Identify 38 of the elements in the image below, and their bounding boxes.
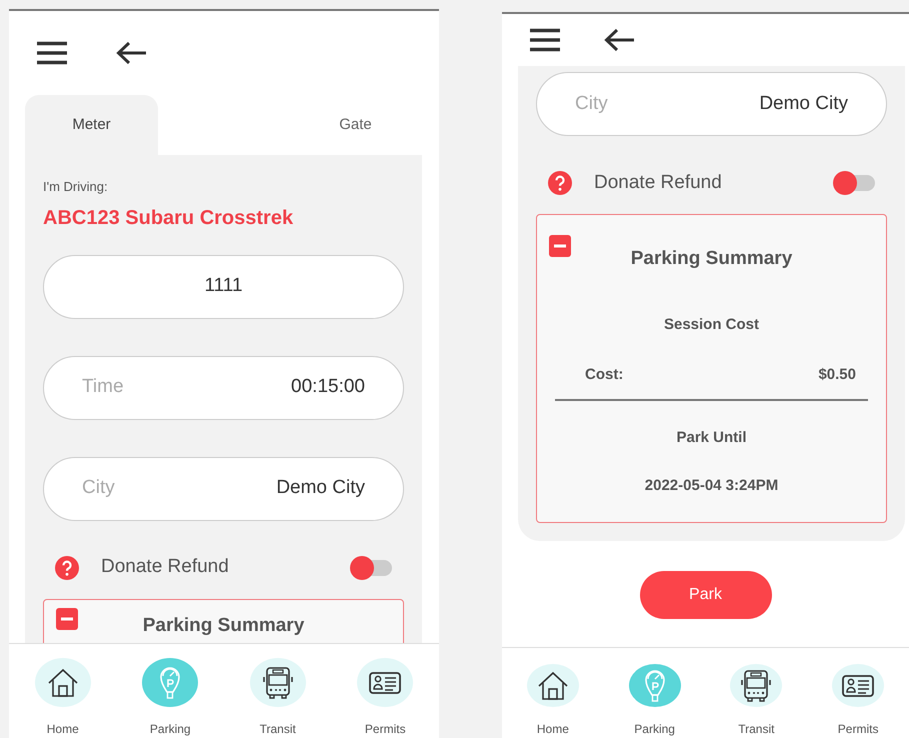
nav-tab[interactable]: Home	[9, 644, 116, 738]
nav-tab[interactable]: Permits	[332, 644, 439, 738]
field-value: 1111	[204, 274, 243, 298]
back-arrow-icon[interactable]	[116, 41, 146, 65]
nav-tab[interactable]: Transit	[224, 644, 332, 738]
input-field[interactable]: City Demo City	[43, 456, 404, 520]
nav-tab[interactable]: Permits	[807, 648, 909, 738]
summary-title: Parking Summary	[630, 247, 794, 271]
toggle-label: Donate Refund	[594, 170, 723, 195]
cost-label: Cost:	[585, 365, 624, 385]
field-value: Demo City	[759, 92, 848, 116]
menu-icon[interactable]	[530, 28, 560, 52]
field-label: Time	[82, 375, 124, 400]
nav-tab[interactable]: Transit	[706, 648, 808, 738]
toggle-label: Donate Refund	[101, 555, 230, 580]
field-value: 00:15:00	[291, 375, 365, 400]
nav-tab[interactable]: Parking	[116, 644, 224, 738]
input-field[interactable]: 1111	[43, 254, 404, 318]
summary-title: Parking Summary	[142, 614, 306, 638]
section-title: Session Cost	[662, 314, 760, 334]
tab[interactable]: Meter	[25, 95, 158, 155]
field-value: Demo City	[276, 476, 365, 500]
driving-label: I'm Driving:	[43, 178, 109, 196]
nav-tab[interactable]: Parking	[604, 648, 706, 738]
park-until-value: 2022-05-04 3:24PM	[644, 476, 780, 496]
field-label: City	[575, 92, 608, 116]
cost-value: $0.50	[818, 365, 856, 385]
section-title: Park Until	[675, 428, 748, 448]
collapse-icon[interactable]	[549, 235, 571, 257]
back-arrow-icon[interactable]	[604, 28, 634, 52]
input-field[interactable]: City Demo City	[536, 72, 887, 136]
help-icon[interactable]	[55, 556, 79, 580]
nav-tab[interactable]: Home	[502, 648, 604, 738]
field-label: City	[82, 476, 115, 500]
menu-icon[interactable]	[37, 41, 67, 65]
input-field[interactable]: Time 00:15:00	[43, 356, 404, 420]
help-icon[interactable]	[548, 171, 572, 195]
collapse-icon[interactable]	[56, 608, 78, 630]
